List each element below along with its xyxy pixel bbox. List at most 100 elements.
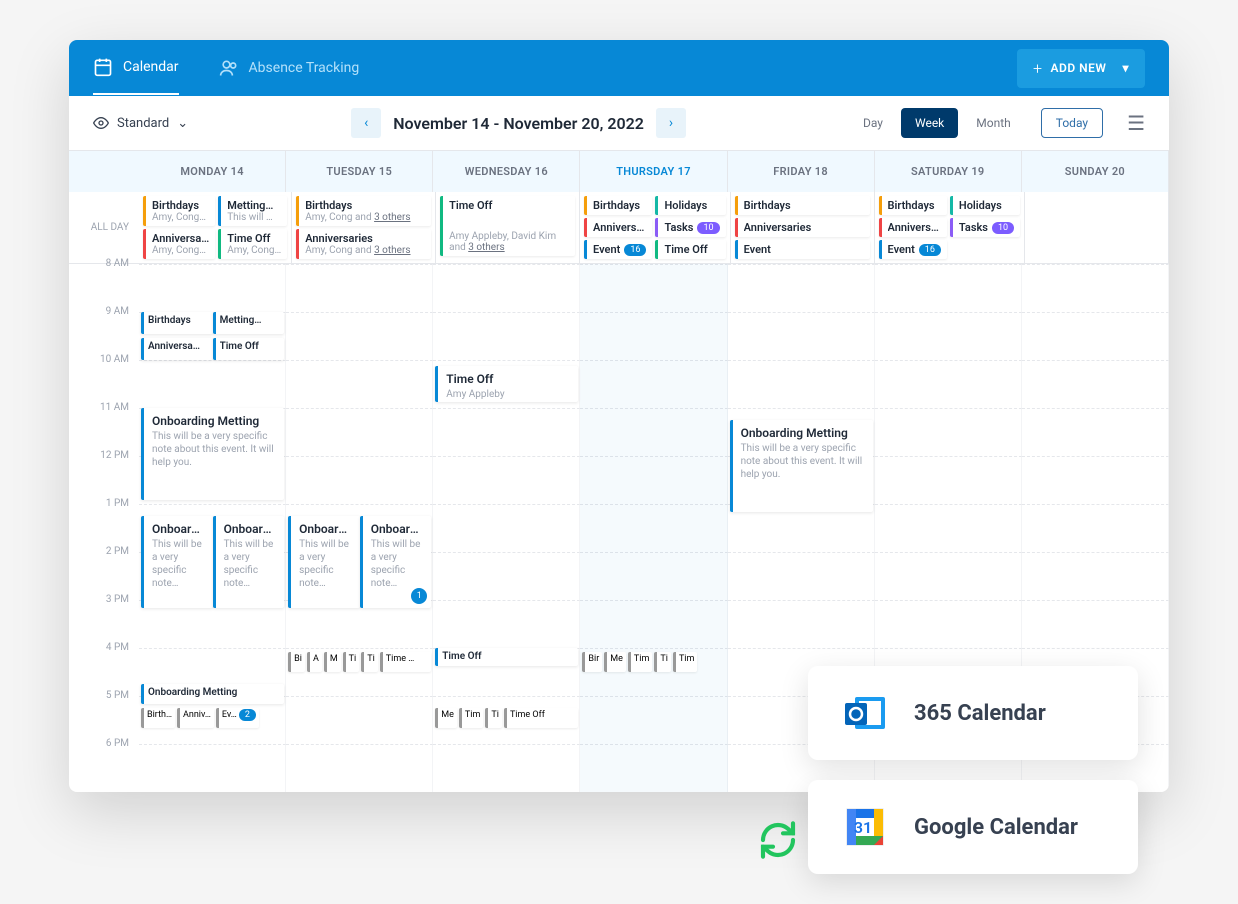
day-header-sat[interactable]: SATURDAY 19 (875, 151, 1022, 192)
event-chip[interactable]: Anniversaries (735, 218, 870, 237)
allday-sun (1025, 192, 1169, 263)
event-chip[interactable]: Time OffAmy, Cong… (218, 229, 287, 259)
mini-event[interactable]: Me (435, 708, 457, 728)
event-chip[interactable]: BirthdaysAmy, Cong… (143, 196, 215, 226)
allday-fri: Birthdays Anniversaries Event (731, 192, 875, 263)
mini-event[interactable]: A (307, 652, 322, 672)
timed-event[interactable]: Time OffAmy Appleby (435, 366, 578, 402)
mini-event[interactable]: Me (604, 652, 626, 672)
view-month-button[interactable]: Month (962, 108, 1024, 138)
day-col-thu: Bir Me Tim Ti Tim (580, 264, 727, 792)
hour-label: 2 PM (69, 546, 139, 594)
day-header-row: MONDAY 14 TUESDAY 15 WEDNESDAY 16 THURSD… (69, 151, 1169, 192)
mini-event[interactable]: Ti (361, 652, 378, 672)
day-header-mon[interactable]: MONDAY 14 (139, 151, 286, 192)
mini-event[interactable]: Bir (582, 652, 602, 672)
event-chip[interactable]: Metting…This will … (218, 196, 287, 226)
add-new-button[interactable]: + ADD NEW ▾ (1017, 49, 1145, 88)
event-chip[interactable]: Event (735, 240, 870, 259)
hour-label: 5 PM (69, 690, 139, 738)
timed-event[interactable]: Onboard…This will be a very specific not… (288, 516, 360, 608)
view-day-button[interactable]: Day (849, 108, 897, 138)
day-header-tue[interactable]: TUESDAY 15 (286, 151, 433, 192)
day-header-sun[interactable]: SUNDAY 20 (1022, 151, 1169, 192)
mini-event[interactable]: Tim (459, 708, 483, 728)
integration-365-card[interactable]: 365 Calendar (808, 666, 1138, 760)
allday-wed: Time OffAmy Appleby, David Kim and 3 oth… (436, 192, 580, 263)
event-chip[interactable]: Tasks10 (655, 218, 725, 237)
allday-thu: Birthdays Annivers… Event16 Holidays Tas… (580, 192, 731, 263)
mini-event[interactable]: Time Off (504, 708, 578, 728)
event-chip[interactable]: Birthdays (584, 196, 652, 215)
event-chip[interactable]: Holidays (655, 196, 725, 215)
timed-event[interactable]: Onboarding MettingThis will be a very sp… (730, 420, 873, 512)
day-header-wed[interactable]: WEDNESDAY 16 (433, 151, 580, 192)
event-chip[interactable]: BirthdaysAmy, Cong and 3 others (296, 196, 431, 226)
chevron-down-icon: ▾ (1122, 61, 1129, 75)
view-week-button[interactable]: Week (901, 108, 958, 138)
event-chip[interactable]: Time OffAmy Appleby, David Kim and 3 oth… (440, 196, 575, 256)
mini-event[interactable]: Tim (628, 652, 652, 672)
event-chip[interactable]: Holidays (950, 196, 1020, 215)
tab-absence-label: Absence Tracking (249, 60, 360, 76)
mini-event[interactable]: Anniv… (177, 708, 214, 728)
mini-event[interactable]: M (324, 652, 341, 672)
tab-absence-tracking[interactable]: Absence Tracking (219, 42, 360, 94)
event-chip[interactable]: Anniversa…Amy, Cong… (143, 229, 215, 259)
menu-icon[interactable]: ☰ (1127, 111, 1145, 135)
hour-label: 9 AM (69, 306, 139, 354)
hour-label: 3 PM (69, 594, 139, 642)
sync-icon (758, 820, 798, 864)
day-header-fri[interactable]: FRIDAY 18 (728, 151, 875, 192)
calendar-icon (93, 57, 113, 77)
mini-event[interactable]: Tim (673, 652, 697, 672)
event-chip[interactable]: Event16 (584, 240, 652, 259)
event-chip[interactable]: AnniversariesAmy, Cong and 3 others (296, 229, 431, 259)
mini-event[interactable]: Ti (654, 652, 671, 672)
today-button[interactable]: Today (1041, 108, 1103, 138)
mini-event[interactable]: Ti (343, 652, 360, 672)
day-header-thu[interactable]: THURSDAY 17 (580, 151, 727, 192)
top-header: Calendar Absence Tracking + ADD NEW ▾ (69, 40, 1169, 96)
timed-event[interactable]: Birthdays (141, 312, 213, 334)
timed-event[interactable]: Anniversa… (141, 338, 213, 360)
timed-event[interactable]: Time Off (435, 648, 578, 666)
hour-label: 12 PM (69, 450, 139, 498)
mini-event[interactable]: Time … (380, 652, 431, 672)
event-chip[interactable]: Tasks10 (950, 218, 1020, 237)
mini-event[interactable]: Bi (288, 652, 305, 672)
mini-event[interactable]: Ti (485, 708, 502, 728)
event-chip[interactable]: Event16 (879, 240, 947, 259)
timed-event[interactable]: Onboarding MettingThis will be a very sp… (141, 408, 284, 500)
hour-label: 4 PM (69, 642, 139, 690)
allday-mon: BirthdaysAmy, Cong… Anniversa…Amy, Cong…… (139, 192, 292, 263)
mini-event[interactable]: Ev…2 (216, 708, 259, 728)
timed-event[interactable]: Onboard…This will be a very specific not… (213, 516, 285, 608)
timed-event[interactable]: Onboard…This will be a very specific not… (141, 516, 213, 608)
tab-calendar[interactable]: Calendar (93, 41, 179, 95)
timed-event[interactable]: Onboard…This will be a very specific not… (360, 516, 432, 608)
timed-event[interactable]: Onboarding Metting (141, 684, 284, 704)
event-chip[interactable]: Birthdays (879, 196, 947, 215)
view-selector-dropdown[interactable]: Standard ⌄ (93, 115, 188, 131)
next-week-button[interactable]: › (656, 108, 686, 138)
svg-text:31: 31 (854, 818, 872, 837)
timed-event[interactable]: Metting… (213, 312, 285, 334)
integration-google-card[interactable]: 31 Google Calendar (808, 780, 1138, 874)
view-mode-group: Day Week Month (849, 108, 1025, 138)
view-selector-label: Standard (117, 116, 169, 131)
event-chip[interactable]: Annivers… (584, 218, 652, 237)
event-chip[interactable]: Birthdays (735, 196, 870, 215)
day-col-mon: Birthdays Metting… Anniversa… Time Off O… (139, 264, 286, 792)
all-day-label: ALL DAY (69, 192, 139, 263)
eye-icon (93, 115, 109, 131)
prev-week-button[interactable]: ‹ (351, 108, 381, 138)
mini-event[interactable]: Birth… (141, 708, 175, 728)
outlook-icon (840, 688, 890, 738)
integration-cards: 365 Calendar 31 Google Calendar (808, 666, 1138, 874)
plus-icon: + (1033, 59, 1043, 78)
hour-label: 11 AM (69, 402, 139, 450)
event-chip[interactable]: Time Off (655, 240, 725, 259)
event-chip[interactable]: Annivers… (879, 218, 947, 237)
timed-event[interactable]: Time Off (213, 338, 285, 360)
